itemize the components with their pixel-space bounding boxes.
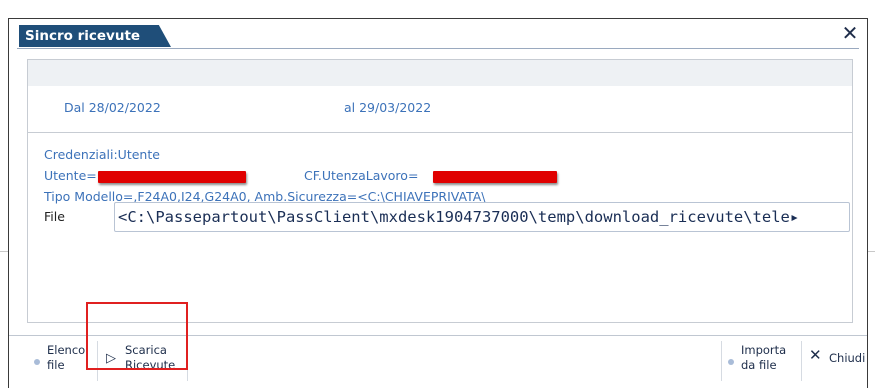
toolbar-separator (801, 341, 802, 381)
background-line (0, 251, 8, 252)
bullet-icon (728, 359, 734, 365)
main-panel: Dal 28/02/2022 al 29/03/2022 Credenziali… (27, 59, 853, 323)
redacted-utente (98, 171, 246, 183)
importa-label-1: Importa (741, 343, 787, 357)
toolbar-separator (721, 341, 722, 381)
highlight-box (86, 302, 188, 370)
dialog-title: Sincro ricevute (19, 25, 171, 47)
chiudi-label: Chiudi (829, 351, 866, 365)
file-path-field[interactable]: <C:\Passepartout\PassClient\mxdesk190473… (114, 202, 850, 232)
importa-da-file-button[interactable]: Importa da file (727, 341, 799, 385)
window-top-area (0, 0, 875, 18)
chiudi-button[interactable]: ✕ Chiudi (807, 341, 865, 385)
close-icon: ✕ (809, 346, 822, 364)
credentials-header: Credenziali:Utente (44, 147, 160, 162)
importa-label-2: da file (741, 358, 777, 372)
utente-label: Utente= (44, 168, 97, 183)
title-divider (17, 48, 859, 49)
background-line (868, 251, 875, 252)
elenco-file-button[interactable]: Elenco file (33, 341, 93, 385)
elenco-label-2: file (47, 358, 65, 372)
cf-utenza-label: CF.UtenzaLavoro= (304, 168, 419, 183)
redacted-cf-utenza (433, 171, 557, 183)
elenco-label-1: Elenco (47, 343, 86, 357)
period-to: al 29/03/2022 (344, 100, 432, 115)
file-label: File (44, 209, 65, 224)
bullet-icon (34, 359, 40, 365)
period-divider (28, 132, 852, 133)
period-from: Dal 28/02/2022 (64, 100, 161, 115)
panel-header-strip (28, 60, 852, 86)
close-icon[interactable]: ✕ (839, 23, 861, 45)
